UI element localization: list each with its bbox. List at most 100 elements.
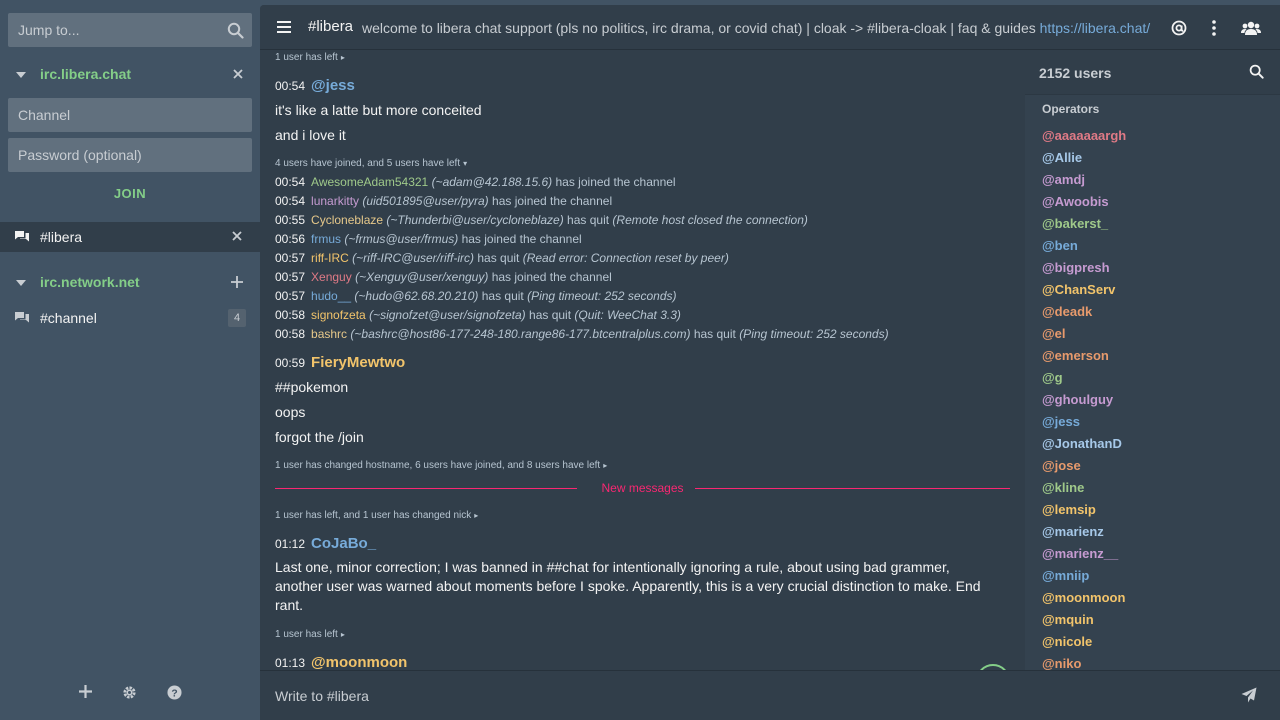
- caret-right-icon[interactable]: ▸: [603, 461, 607, 470]
- search-icon[interactable]: [227, 22, 244, 39]
- event-summary[interactable]: 1 user has changed hostname, 6 users hav…: [275, 460, 607, 471]
- user-list-item[interactable]: @Awoobis: [1042, 194, 1126, 216]
- user-list-item[interactable]: @marienz: [1042, 524, 1126, 546]
- event-nick[interactable]: frmus: [311, 232, 341, 246]
- hamburger-icon[interactable]: [277, 21, 291, 33]
- event-summary[interactable]: 1 user has left ▸: [275, 629, 345, 640]
- message-text: forgot the /join: [275, 429, 364, 445]
- event-summary[interactable]: 1 user has left, and 1 user has changed …: [275, 510, 478, 521]
- event-nick[interactable]: hudo__: [311, 289, 351, 303]
- question-icon[interactable]: ?: [167, 685, 182, 700]
- user-list-item[interactable]: @amdj: [1042, 172, 1126, 194]
- message-nick[interactable]: CoJaBo_: [311, 535, 376, 552]
- channel-field[interactable]: [8, 98, 252, 132]
- event-nick[interactable]: riff-IRC: [311, 251, 349, 265]
- event-row: 00:55 Cycloneblaze (~Thunderbi@user/cyclo…: [275, 213, 808, 227]
- user-list-item[interactable]: @JonathanD: [1042, 436, 1126, 458]
- message-header: 00:59 FieryMewtwo: [275, 354, 406, 371]
- event-row: 00:58 bashrc (~bashrc@host86-177-248-180.…: [275, 327, 889, 341]
- network-header-network[interactable]: irc.network.net: [0, 270, 260, 296]
- user-list-item[interactable]: @mquin: [1042, 612, 1126, 634]
- message-nick[interactable]: @moonmoon: [311, 654, 407, 670]
- channel-item-channel[interactable]: #channel 4: [0, 303, 260, 333]
- user-list-item[interactable]: @el: [1042, 326, 1126, 348]
- user-list-item[interactable]: @Allie: [1042, 150, 1126, 172]
- message-text: and i love it: [275, 127, 346, 143]
- event-nick[interactable]: lunarkitty: [311, 194, 359, 208]
- channel-item-libera[interactable]: #libera: [0, 222, 260, 252]
- user-list-item[interactable]: @aaaaaaargh: [1042, 128, 1126, 150]
- jump-to-input[interactable]: [8, 13, 252, 47]
- user-list-item[interactable]: @bakerst_: [1042, 216, 1126, 238]
- network-name[interactable]: irc.network.net: [40, 274, 140, 290]
- gear-icon[interactable]: [122, 685, 137, 700]
- close-icon[interactable]: [232, 231, 242, 241]
- unread-badge: 4: [228, 309, 246, 327]
- svg-text:?: ?: [171, 688, 177, 699]
- paper-plane-icon[interactable]: [1241, 687, 1257, 703]
- event-nick[interactable]: AwesomeAdam54321: [311, 175, 428, 189]
- divider-line: [275, 488, 577, 489]
- close-icon[interactable]: [233, 69, 243, 79]
- user-list-item[interactable]: @marienz__: [1042, 546, 1126, 568]
- message-header: 01:13 @moonmoon: [275, 654, 408, 670]
- message-input-bar: [260, 670, 1280, 720]
- user-list-item[interactable]: @lemsip: [1042, 502, 1126, 524]
- user-list-item[interactable]: @emerson: [1042, 348, 1126, 370]
- event-row: 00:54 AwesomeAdam54321 (~adam@42.188.15.6…: [275, 175, 676, 189]
- at-sign-icon[interactable]: [1171, 20, 1187, 36]
- channel-label[interactable]: #libera: [40, 229, 82, 245]
- user-list-item[interactable]: @g: [1042, 370, 1126, 392]
- channel-input[interactable]: [8, 98, 252, 132]
- message-nick[interactable]: FieryMewtwo: [311, 354, 405, 371]
- event-summary[interactable]: 4 users have joined, and 5 users have le…: [275, 158, 467, 169]
- event-nick[interactable]: Xenguy: [311, 270, 352, 284]
- search-icon[interactable]: [1249, 64, 1264, 79]
- user-list-item[interactable]: @deadk: [1042, 304, 1126, 326]
- event-nick[interactable]: bashrc: [311, 327, 347, 341]
- message-text: ##pokemon: [275, 379, 349, 395]
- password-field[interactable]: [8, 138, 252, 172]
- network-header-libera[interactable]: irc.libera.chat: [0, 62, 260, 88]
- user-list-item[interactable]: @jose: [1042, 458, 1126, 480]
- user-list-item[interactable]: @moonmoon: [1042, 590, 1126, 612]
- user-list-item[interactable]: @nicole: [1042, 634, 1126, 656]
- user-list-item[interactable]: @ChanServ: [1042, 282, 1126, 304]
- event-nick[interactable]: signofzeta: [311, 308, 366, 322]
- join-button[interactable]: JOIN: [8, 182, 252, 206]
- user-list-item[interactable]: @kline: [1042, 480, 1126, 502]
- message-input[interactable]: [275, 683, 1205, 709]
- plus-icon[interactable]: [231, 276, 243, 288]
- kebab-icon[interactable]: [1211, 20, 1217, 36]
- caret-down-icon[interactable]: ▾: [463, 159, 467, 168]
- event-summary[interactable]: 1 user has left ▸: [275, 52, 345, 63]
- message-nick[interactable]: @jess: [311, 77, 355, 94]
- user-group-label: Operators: [1042, 102, 1100, 116]
- caret-right-icon[interactable]: ▸: [341, 53, 345, 62]
- user-list-item[interactable]: @ghoulguy: [1042, 392, 1126, 414]
- users-icon[interactable]: [1241, 20, 1261, 36]
- jump-to-box[interactable]: [8, 13, 252, 47]
- password-input[interactable]: [8, 138, 252, 172]
- chevron-down-icon[interactable]: [16, 72, 26, 78]
- network-name[interactable]: irc.libera.chat: [40, 66, 131, 82]
- user-list-header: 2152 users: [1025, 50, 1280, 95]
- plus-icon[interactable]: [79, 685, 92, 698]
- caret-right-icon[interactable]: ▸: [341, 630, 345, 639]
- chevron-down-icon[interactable]: [16, 280, 26, 286]
- topic-link[interactable]: https://libera.chat/: [1040, 20, 1151, 36]
- caret-right-icon[interactable]: ▸: [474, 511, 478, 520]
- user-list-item[interactable]: @jess: [1042, 414, 1126, 436]
- event-nick[interactable]: Cycloneblaze: [311, 213, 383, 227]
- channel-label[interactable]: #channel: [40, 310, 97, 326]
- user-list-item[interactable]: @ben: [1042, 238, 1126, 260]
- message-list[interactable]: 1 user has left ▸ 00:54 @jess it's like a …: [260, 50, 1025, 670]
- user-list-item[interactable]: @mniip: [1042, 568, 1126, 590]
- channel-title: #libera: [308, 18, 354, 35]
- new-messages-label: New messages: [601, 481, 684, 495]
- new-messages-divider: New messages: [275, 479, 1010, 497]
- event-row: 00:54 lunarkitty (uid501895@user/pyra) ha…: [275, 194, 613, 208]
- user-list-item[interactable]: @bigpresh: [1042, 260, 1126, 282]
- sidebar-footer: ?: [0, 676, 260, 710]
- topic-text: welcome to libera chat support (pls no p…: [362, 20, 1040, 36]
